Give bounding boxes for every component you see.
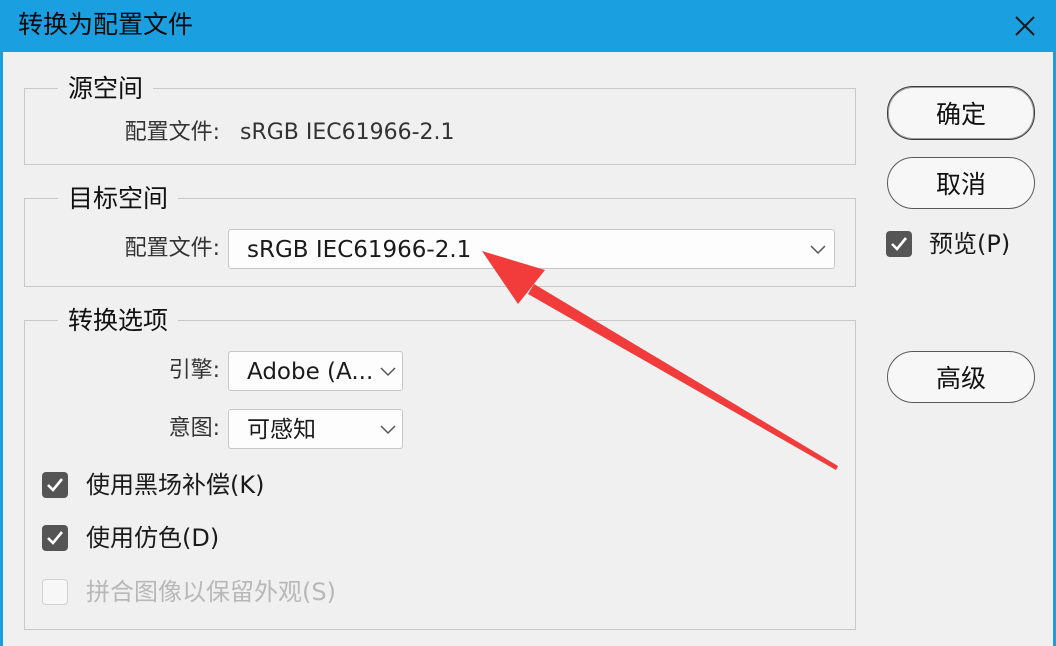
title-bar: 转换为配置文件 (0, 0, 1056, 52)
source-space-title: 源空间 (58, 72, 154, 106)
flatten-checkbox (42, 579, 68, 605)
close-button[interactable] (1006, 7, 1044, 45)
black-point-checkbox[interactable] (42, 472, 68, 498)
close-icon (1015, 16, 1035, 36)
engine-value: Adobe (A... (247, 359, 374, 385)
checkmark-icon (47, 478, 64, 492)
chevron-down-icon (810, 245, 826, 255)
checkmark-icon (47, 531, 64, 545)
preview-checkbox[interactable] (886, 231, 912, 257)
chevron-down-icon (380, 425, 396, 435)
intent-value: 可感知 (247, 417, 316, 443)
engine-select[interactable]: Adobe (A... (228, 351, 403, 391)
ok-button[interactable]: 确定 (887, 86, 1035, 140)
cancel-button[interactable]: 取消 (887, 157, 1035, 209)
dither-label[interactable]: 使用仿色(D) (86, 522, 219, 554)
destination-space-title: 目标空间 (58, 182, 179, 216)
black-point-label[interactable]: 使用黑场补偿(K) (86, 469, 264, 501)
advanced-button[interactable]: 高级 (887, 351, 1035, 403)
dither-checkbox[interactable] (42, 525, 68, 551)
source-profile-value: sRGB IEC61966-2.1 (240, 120, 455, 145)
source-profile-label: 配置文件: (124, 120, 220, 145)
window-title: 转换为配置文件 (18, 10, 194, 39)
engine-label: 引擎: (168, 358, 220, 383)
destination-profile-select[interactable]: sRGB IEC61966-2.1 (228, 229, 835, 269)
chevron-down-icon (380, 367, 396, 377)
intent-select[interactable]: 可感知 (228, 409, 403, 449)
intent-label: 意图: (168, 416, 220, 441)
destination-profile-value: sRGB IEC61966-2.1 (247, 237, 472, 263)
window-frame-left (0, 52, 3, 646)
preview-label[interactable]: 预览(P) (929, 228, 1010, 260)
conversion-options-title: 转换选项 (58, 304, 179, 338)
checkmark-icon (891, 237, 908, 251)
flatten-label: 拼合图像以保留外观(S) (86, 578, 336, 606)
destination-profile-label: 配置文件: (124, 236, 220, 261)
